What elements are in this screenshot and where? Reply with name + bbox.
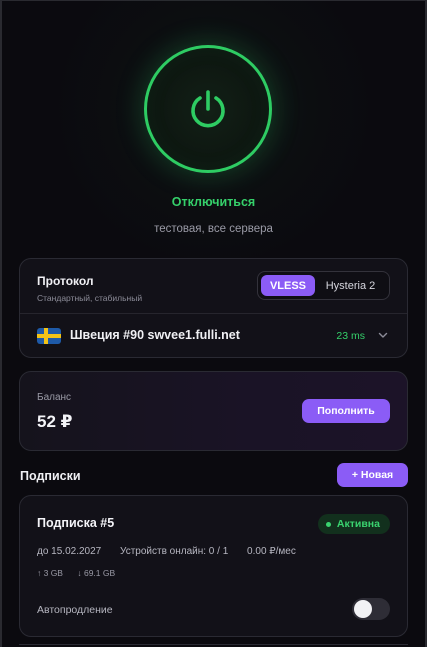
disconnect-label[interactable]: Отключиться [2,195,425,209]
connection-subtitle: тестовая, все сервера [154,223,273,235]
toggle-knob [354,600,372,618]
subscription-devices: Устройств онлайн: 0 / 1 [120,546,229,557]
status-badge-label: Активна [336,518,380,530]
power-icon [191,90,225,128]
balance-value: 52 ₽ [37,412,73,431]
protocol-option-vless[interactable]: VLESS [261,275,315,296]
sweden-flag-icon [37,328,61,344]
flag-cross-horizontal [37,334,61,338]
top-border [2,0,425,1]
autorenew-toggle[interactable] [352,598,390,620]
app-window: Отключиться тестовая, все сервера Проток… [0,0,427,647]
status-dot-icon [325,521,331,527]
protocol-switcher: VLESS Hysteria 2 [257,271,390,300]
power-button[interactable] [144,45,272,173]
protocol-option-hysteria2[interactable]: Hysteria 2 [315,275,386,296]
subscription-card[interactable]: Подписка #5 Активна до 15.02.2027 Устрой… [19,495,408,637]
subscription-price: 0.00 ₽/мес [247,546,296,557]
protocol-title: Протокол [37,274,94,288]
traffic-upload: ↑ 3 GB [37,568,63,578]
subscription-meta: до 15.02.2027 Устройств онлайн: 0 / 1 0.… [37,546,312,557]
server-selector[interactable]: Швеция #90 swvee1.fulli.net 23 ms [20,315,407,359]
subscriptions-heading: Подписки [20,469,81,483]
traffic-download: ↓ 69.1 GB [77,568,116,578]
autorenew-label: Автопродление [37,604,113,616]
protocol-card: Протокол Стандартный, стабильный VLESS H… [19,258,408,358]
server-name: Швеция #90 swvee1.fulli.net [70,328,240,342]
topup-button[interactable]: Пополнить [302,399,390,423]
status-badge: Активна [317,514,390,534]
server-ping: 23 ms [336,330,365,342]
subscription-traffic: ↑ 3 GB ↓ 69.1 GB [37,568,127,578]
subscription-expiry: до 15.02.2027 [37,546,102,557]
protocol-row: Протокол Стандартный, стабильный VLESS H… [20,259,407,314]
chevron-down-icon [378,332,388,338]
new-subscription-button[interactable]: + Новая [337,463,408,487]
protocol-subtitle: Стандартный, стабильный [37,293,143,303]
balance-label: Баланс [37,392,72,403]
balance-card: Баланс 52 ₽ Пополнить [19,371,408,451]
subscription-title: Подписка #5 [37,516,115,530]
